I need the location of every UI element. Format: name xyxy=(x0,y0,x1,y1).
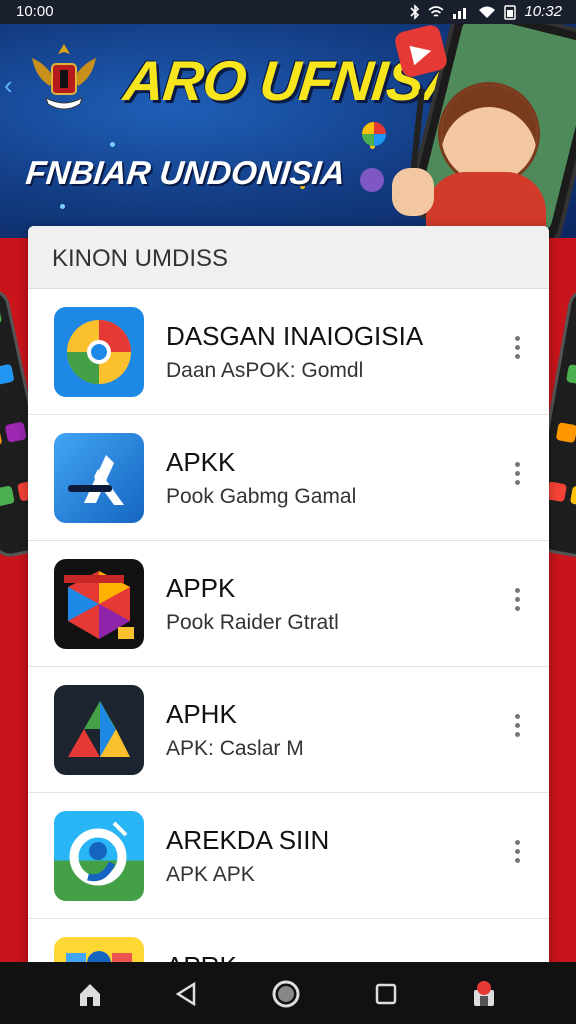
app-subtitle: APK APK xyxy=(166,863,255,886)
app-title: DASGAN INAIOGISIA xyxy=(166,321,424,351)
list-item[interactable]: DASGAN INAIOGISIA Daan AsPOK: Gomdl xyxy=(28,289,549,415)
more-options-icon[interactable] xyxy=(504,831,530,871)
battery-icon xyxy=(504,4,517,20)
character-hand-illustration xyxy=(392,168,434,216)
app-store-a-icon xyxy=(54,433,144,523)
bluetooth-icon xyxy=(410,3,420,20)
wifi-small-icon xyxy=(428,5,444,17)
list-header: KINON UMDISS xyxy=(28,226,549,289)
status-bar: 10:00 10:32 xyxy=(0,0,576,24)
app-subtitle: Daan AsPOK: Gomdl xyxy=(166,359,364,382)
back-icon[interactable] xyxy=(170,978,202,1010)
more-options-icon[interactable] xyxy=(504,579,530,619)
mini-app-icon-2 xyxy=(360,168,384,192)
signal-icon xyxy=(453,7,467,19)
recents-icon[interactable] xyxy=(370,978,402,1010)
status-icons: 10:32 xyxy=(410,3,562,20)
store-icon[interactable] xyxy=(468,978,500,1010)
circle-home-icon[interactable] xyxy=(270,978,302,1010)
banner-subhead: FNBIAR UNDONISIA xyxy=(24,154,347,191)
list-item[interactable]: AREKDA SIIN APK APK xyxy=(28,793,549,919)
list-item[interactable]: APKK Pook Gabmg Gamal xyxy=(28,415,549,541)
app-subtitle: APK: Caslar M xyxy=(166,737,304,760)
garuda-emblem-icon xyxy=(32,44,96,110)
app-title: AREKDA SIIN xyxy=(166,825,330,855)
character-head-illustration xyxy=(438,82,540,186)
app-title: APHK xyxy=(166,699,237,729)
app-subtitle: Pook Raider Gtratl xyxy=(166,611,339,634)
swirl-app-icon xyxy=(54,811,144,901)
navigation-bar xyxy=(0,962,576,1024)
status-time-right: 10:32 xyxy=(524,3,562,20)
chrome-style-icon xyxy=(54,307,144,397)
drive-triangle-icon xyxy=(54,685,144,775)
wifi-icon xyxy=(479,6,496,18)
list-item[interactable]: APPK Pook Raider Gtratl xyxy=(28,541,549,667)
colorful-game-icon xyxy=(54,559,144,649)
more-options-icon[interactable] xyxy=(504,705,530,745)
promo-banner[interactable]: ‹ ARO UFNISA FNBIAR UNDONISIA ▶ xyxy=(0,24,576,238)
more-options-icon[interactable] xyxy=(504,327,530,367)
app-list-card: KINON UMDISS DASGAN INAIOGISIA Daan AsPO… xyxy=(28,226,549,966)
home-icon[interactable] xyxy=(74,978,106,1010)
mini-app-icon-1 xyxy=(362,122,386,146)
list-item[interactable]: APRK xyxy=(28,919,549,966)
app-title: APKK xyxy=(166,447,236,477)
status-time: 10:00 xyxy=(16,3,54,20)
app-title: APPK xyxy=(166,573,236,603)
app-subtitle: Pook Gabmg Gamal xyxy=(166,485,357,508)
list-item[interactable]: APHK APK: Caslar M xyxy=(28,667,549,793)
more-options-icon[interactable] xyxy=(504,453,530,493)
back-arrow-icon[interactable]: ‹ xyxy=(4,70,13,101)
